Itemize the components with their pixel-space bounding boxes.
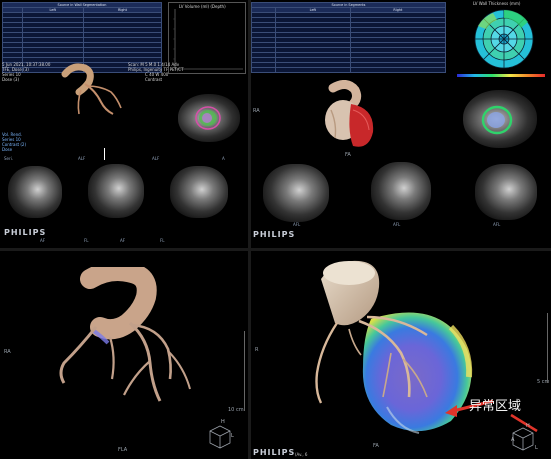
br-footer-text: (Av., 6 bbox=[295, 452, 308, 457]
heart-3d-render[interactable] bbox=[313, 80, 393, 160]
bullseye-title: LV Wall Thickness (mm) bbox=[473, 1, 521, 6]
panel-divider-horizontal[interactable] bbox=[0, 248, 551, 251]
anomaly-label: 异常区域 bbox=[469, 399, 522, 414]
view-label-0: Seri. bbox=[4, 156, 14, 161]
bottom-label-3: FL bbox=[160, 238, 165, 243]
panel-divider-vertical[interactable] bbox=[248, 0, 251, 459]
view-label-2: ALF bbox=[152, 156, 160, 161]
lv-volume-plot[interactable]: LV Volume (ml) (Depth) bbox=[168, 2, 246, 74]
philips-logo: PHILIPS bbox=[4, 228, 47, 237]
bl-cube-side: L bbox=[231, 433, 234, 439]
view-label-1: ALF bbox=[78, 156, 86, 161]
tr-view-label-0: AFL bbox=[293, 222, 301, 227]
coronary-tree-render[interactable] bbox=[50, 267, 210, 417]
bl-scale-label: 10 cm bbox=[228, 407, 244, 413]
tr-view-1[interactable] bbox=[263, 164, 329, 222]
bottom-label-1: FL bbox=[84, 238, 89, 243]
view-1[interactable] bbox=[8, 166, 62, 218]
panel-top-right[interactable]: Source in Segments Left Right LV Wall Th… bbox=[251, 0, 551, 248]
info-left-3: Dose (3) bbox=[2, 77, 20, 82]
br-side-label: R bbox=[255, 347, 259, 353]
side-label-3: Dose bbox=[2, 147, 13, 152]
panel-top-left[interactable]: Source in Wall Segmentation Left Right L… bbox=[0, 0, 248, 248]
bl-orientation-cube[interactable] bbox=[204, 421, 234, 451]
br-view-label: FA bbox=[373, 443, 379, 449]
vessel-3d-thumbnail bbox=[61, 63, 122, 115]
info-right-3: Contrast bbox=[145, 77, 163, 82]
tr-view-label-1: AFL bbox=[393, 222, 401, 227]
view-label-3: A bbox=[222, 156, 225, 161]
tr-short-axis[interactable] bbox=[463, 86, 539, 152]
bullseye-chart[interactable]: LV Wall Thickness (mm) bbox=[451, 0, 551, 84]
table-cell bbox=[349, 67, 447, 73]
view-3[interactable] bbox=[170, 166, 228, 218]
table-cell bbox=[274, 67, 351, 73]
tr-side-label: RA bbox=[253, 108, 260, 114]
tr-view-label-2: AFL bbox=[493, 222, 501, 227]
plot-axes bbox=[173, 9, 243, 70]
short-axis-view[interactable] bbox=[178, 88, 244, 148]
br-philips-logo: PHILIPS bbox=[253, 448, 296, 457]
tr-view-2[interactable] bbox=[371, 162, 431, 220]
table-row bbox=[251, 67, 447, 73]
bl-side-label: RA bbox=[4, 349, 11, 355]
bl-scale-bar bbox=[244, 331, 245, 411]
tr-long-axis-row: AFL AFL AFL bbox=[253, 160, 549, 227]
long-axis-row: Seri. ALF ALF A bbox=[2, 148, 246, 226]
view-label-fa: FA bbox=[345, 152, 351, 158]
thickness-colorbar bbox=[457, 74, 545, 77]
view-2[interactable] bbox=[88, 164, 144, 218]
segments-table: Source in Segments Left Right bbox=[251, 2, 447, 73]
br-cube-side2: L bbox=[535, 445, 538, 451]
bl-cube-top: H bbox=[221, 419, 225, 425]
bl-view-label: FLA bbox=[118, 447, 128, 453]
cardiac-ct-viewer: Source in Wall Segmentation Left Right L… bbox=[0, 0, 551, 459]
br-cube-top: H bbox=[526, 423, 530, 429]
bottom-label-2: AF bbox=[120, 238, 126, 243]
panel-bottom-right[interactable]: 异常区域 R FA 5 cm PHILIPS (Av., 6 H A L bbox=[251, 251, 551, 459]
tr-philips-logo: PHILIPS bbox=[253, 230, 296, 239]
tr-view-3[interactable] bbox=[475, 164, 537, 220]
table-cell bbox=[251, 67, 276, 73]
br-cube-side: A bbox=[511, 437, 515, 443]
bottom-label-0: AF bbox=[40, 238, 46, 243]
br-scale-bar bbox=[547, 313, 548, 383]
bullseye-plot bbox=[474, 9, 534, 69]
panel-bottom-left[interactable]: RA FLA 10 cm H L bbox=[0, 251, 248, 459]
